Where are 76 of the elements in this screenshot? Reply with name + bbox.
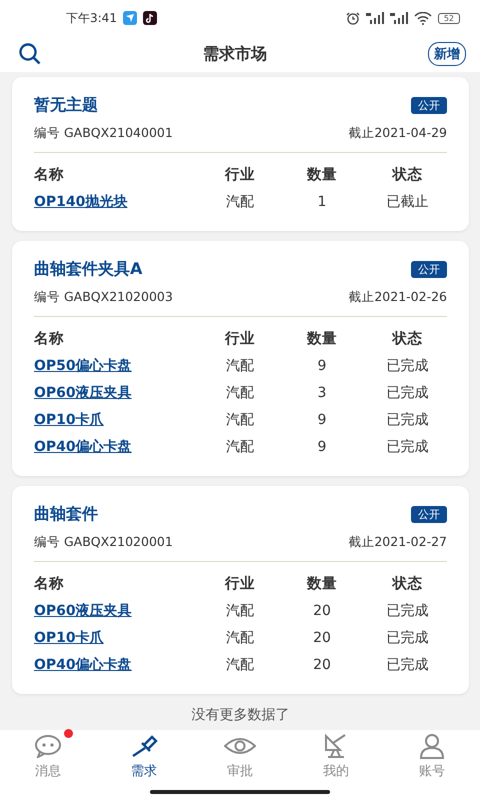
column-header: 行业: [225, 574, 255, 593]
page-title: 需求市场: [202, 44, 268, 64]
quantity-cell: 20: [313, 602, 331, 618]
card-title: 曲轴套件: [34, 504, 99, 524]
deadline-date: 截止2021-04-29: [348, 124, 447, 142]
battery-level: 52: [438, 12, 460, 24]
music-note-app-icon: [142, 11, 157, 25]
column-header: 行业: [225, 166, 255, 184]
nav-tab[interactable]: 消息: [0, 730, 96, 788]
item-link[interactable]: OP40偏心卡盘: [34, 438, 132, 456]
nav-tab[interactable]: 账号: [384, 730, 480, 788]
industry-cell: 汽配: [226, 602, 254, 620]
column-header: 名称: [34, 575, 65, 593]
item-link[interactable]: OP40偏心卡盘: [34, 656, 132, 674]
request-number: 编号 GABQX21020001: [34, 534, 173, 550]
industry-cell: 汽配: [226, 356, 254, 374]
item-link[interactable]: OP60液压夹具: [34, 384, 132, 402]
item-link[interactable]: OP60液压夹具: [34, 602, 132, 620]
signal-icon: [366, 12, 384, 24]
wifi-icon: [414, 12, 432, 24]
request-number: 编号 GABQX21020003: [34, 288, 173, 306]
deadline-date: 截止2021-02-27: [348, 534, 447, 550]
industry-cell: 汽配: [226, 192, 254, 210]
public-badge: 公开: [411, 506, 447, 522]
person-icon: [419, 733, 445, 759]
status-cell: 已完成: [386, 356, 428, 374]
column-header: 数量: [307, 330, 337, 348]
column-header: 行业: [225, 330, 255, 348]
column-header: 状态: [392, 574, 422, 593]
status-cell: 已完成: [386, 656, 428, 674]
item-link[interactable]: OP10卡爪: [34, 628, 104, 646]
status-cell: 已完成: [386, 438, 428, 456]
item-link[interactable]: OP10卡爪: [34, 410, 104, 428]
alarm-clock-icon: [346, 12, 360, 24]
quantity-cell: 20: [313, 630, 331, 646]
public-badge: 公开: [411, 260, 447, 278]
nav-tab[interactable]: 审批: [192, 730, 288, 788]
status-cell: 已完成: [386, 628, 428, 646]
industry-cell: 汽配: [226, 656, 254, 674]
status-time: 下午3:41: [66, 10, 117, 26]
chat-bubble-icon: [33, 734, 63, 758]
card-title: 曲轴套件夹具A: [34, 258, 144, 280]
search-icon[interactable]: [18, 42, 42, 66]
status-cell: 已截止: [386, 192, 428, 210]
column-header: 状态: [392, 166, 422, 184]
add-button[interactable]: 新增: [428, 42, 466, 66]
status-cell: 已完成: [386, 602, 428, 620]
quantity-cell: 9: [318, 438, 326, 454]
column-header: 名称: [34, 330, 65, 348]
quantity-cell: 20: [313, 656, 331, 672]
industry-cell: 汽配: [226, 384, 254, 402]
item-link[interactable]: OP140抛光块: [34, 192, 128, 210]
column-header: 数量: [307, 575, 337, 593]
nav-tab[interactable]: 我的: [288, 730, 384, 788]
column-header: 名称: [34, 166, 65, 184]
public-badge: 公开: [411, 96, 447, 114]
card-title: 暂无主题: [34, 94, 99, 116]
deadline-date: 截止2021-02-26: [348, 288, 447, 306]
no-more-data-text: 没有更多数据了: [190, 706, 290, 724]
request-number: 编号 GABQX21040001: [34, 124, 173, 142]
item-link[interactable]: OP50偏心卡盘: [34, 356, 132, 374]
nav-tab[interactable]: 需求: [96, 730, 192, 788]
quantity-cell: 3: [318, 384, 326, 400]
column-header: 状态: [392, 330, 422, 348]
quantity-cell: 9: [318, 412, 326, 428]
paper-plane-app-icon: [122, 11, 137, 25]
industry-cell: 汽配: [226, 628, 254, 646]
status-cell: 已完成: [386, 384, 428, 402]
industry-cell: 汽配: [226, 438, 254, 456]
quantity-cell: 9: [318, 358, 326, 374]
status-cell: 已完成: [386, 410, 428, 428]
column-header: 数量: [307, 166, 337, 184]
industry-cell: 汽配: [226, 410, 254, 428]
signal-icon: [390, 12, 408, 24]
eye-icon: [224, 736, 256, 756]
quantity-cell: 1: [318, 194, 326, 210]
